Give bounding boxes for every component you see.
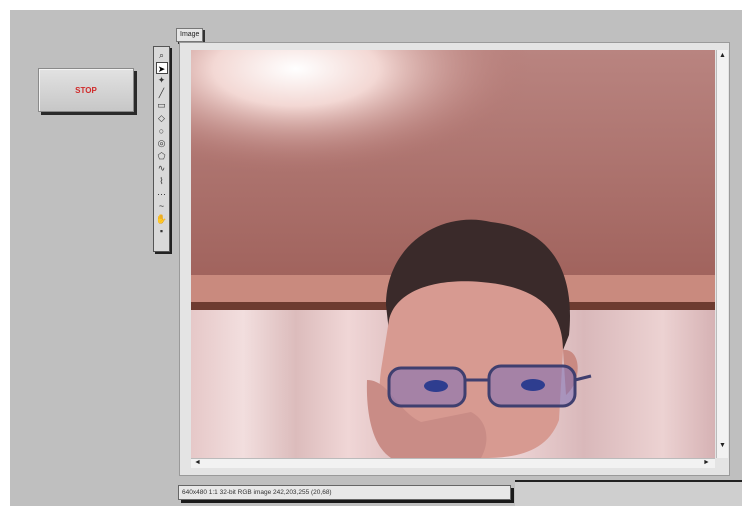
scroll-right-icon[interactable]: ► <box>703 459 710 467</box>
image-display[interactable] <box>191 50 715 458</box>
polyline-tool-icon[interactable]: ⌇ <box>156 175 168 188</box>
image-info-bar: 640x480 1:1 32-bit RGB image 242,203,255… <box>178 485 511 500</box>
freehand-tool-icon[interactable]: ∿ <box>156 162 168 175</box>
horizontal-scrollbar[interactable]: ◄ ► <box>191 458 715 468</box>
scroll-left-icon[interactable]: ◄ <box>194 459 201 467</box>
line-tool-icon[interactable]: ╱ <box>156 87 168 100</box>
scroll-down-icon[interactable]: ▼ <box>719 442 726 450</box>
broken-line-tool-icon[interactable]: ⋯ <box>156 188 168 201</box>
annulus-tool-icon[interactable]: ◎ <box>156 137 168 150</box>
palette-end-icon[interactable]: ▪ <box>156 225 168 238</box>
zoom-tool-icon[interactable]: ⌕ <box>156 49 168 62</box>
stop-button[interactable]: STOP <box>38 68 134 112</box>
webcam-image <box>191 50 715 458</box>
polygon-tool-icon[interactable]: ⬠ <box>156 150 168 163</box>
pan-tool-icon[interactable]: ✋ <box>156 213 168 226</box>
panel-edge <box>515 480 742 506</box>
image-tool-palette: ⌕ ➤ ✦ ╱ ▭ ◇ ○ ◎ ⬠ ∿ ⌇ ⋯ ~ ✋ ▪ <box>153 46 170 252</box>
point-tool-icon[interactable]: ✦ <box>156 74 168 87</box>
oval-tool-icon[interactable]: ○ <box>156 125 168 138</box>
rectangle-tool-icon[interactable]: ▭ <box>156 99 168 112</box>
glasses-icon <box>387 364 592 408</box>
scroll-up-icon[interactable]: ▲ <box>719 52 726 60</box>
image-display-label: Image <box>176 28 204 42</box>
pointer-tool-icon[interactable]: ➤ <box>155 61 168 75</box>
vertical-scrollbar[interactable]: ▲ ▼ <box>716 50 728 458</box>
rotated-rectangle-tool-icon[interactable]: ◇ <box>156 112 168 125</box>
freehand-line-tool-icon[interactable]: ~ <box>156 200 168 213</box>
